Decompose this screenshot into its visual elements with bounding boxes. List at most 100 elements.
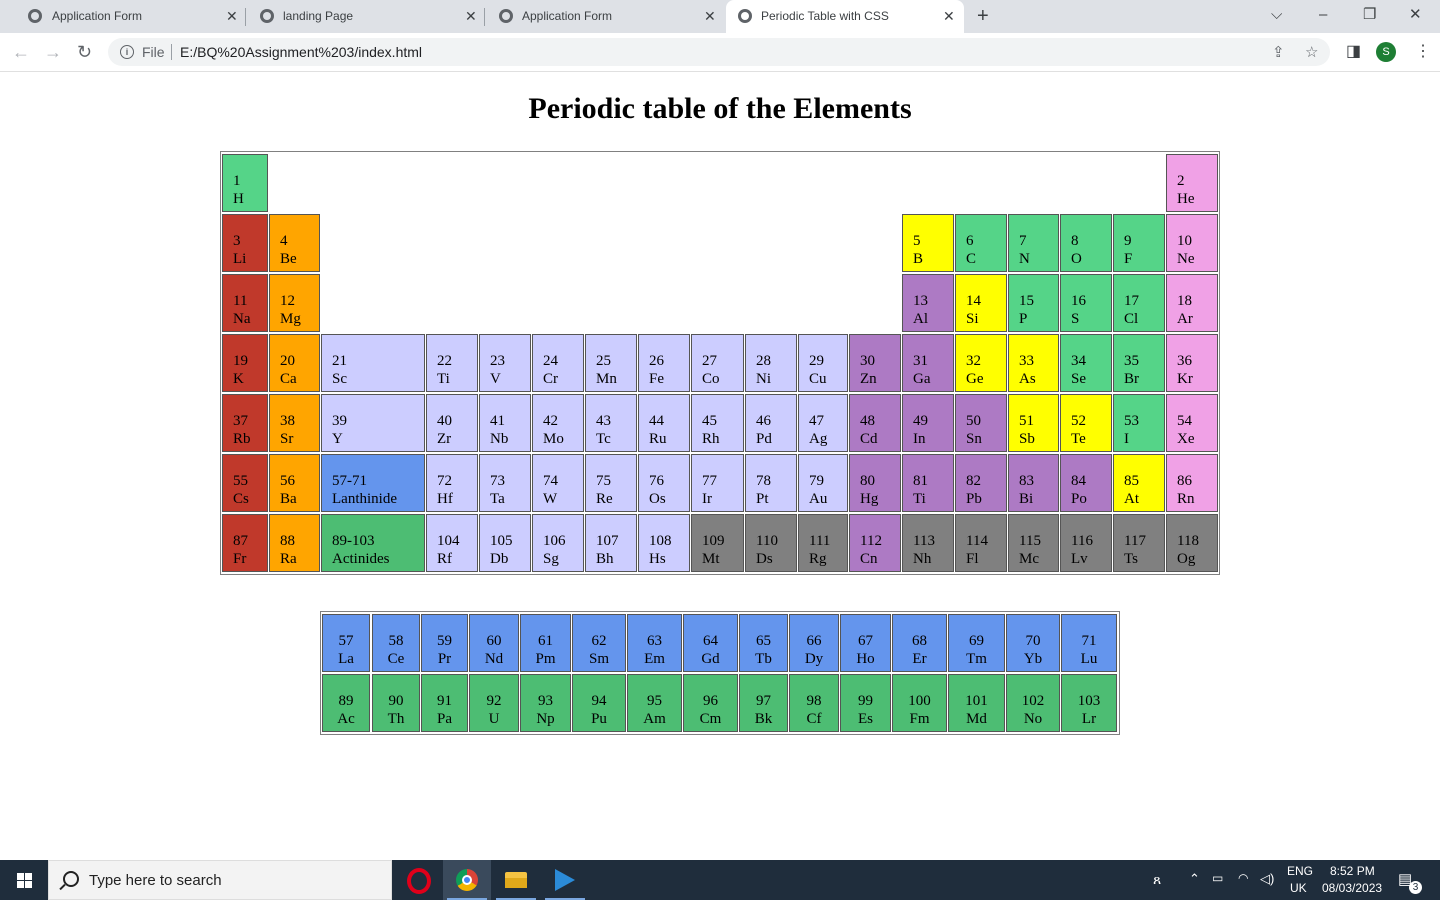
element-cell-db: 105 Db — [479, 514, 531, 572]
element-symbol: Fl — [966, 551, 979, 567]
element-symbol: I — [1124, 431, 1129, 447]
close-window-button[interactable]: ✕ — [1409, 5, 1422, 25]
address-bar[interactable]: i File E:/BQ%20Assignment%203/index.html… — [108, 38, 1330, 66]
close-tab-icon[interactable]: ✕ — [704, 8, 716, 24]
element-cell-fm: 100 Fm — [892, 674, 947, 732]
element-symbol: Ar — [1177, 311, 1193, 327]
element-cell-mn: 25 Mn — [585, 334, 637, 392]
element-cell-cl: 17 Cl — [1113, 274, 1165, 332]
tab-periodic-table[interactable]: Periodic Table with CSS ✕ — [726, 0, 964, 33]
atomic-number: 73 — [490, 473, 505, 489]
atomic-number: 89-103 — [332, 533, 375, 549]
element-symbol: Mt — [702, 551, 720, 567]
wifi-icon[interactable]: ◠ — [1238, 871, 1248, 885]
element-cell-pb: 82 Pb — [955, 454, 1007, 512]
battery-icon[interactable]: ▭ — [1212, 871, 1223, 885]
element-symbol: Ho — [856, 651, 875, 667]
url-text[interactable]: E:/BQ%20Assignment%203/index.html — [180, 44, 422, 60]
element-symbol: Sr — [280, 431, 294, 447]
atomic-number: 64 — [703, 633, 718, 649]
element-cell-ds: 110 Ds — [745, 514, 797, 572]
opera-icon[interactable] — [395, 860, 443, 900]
element-cell-f: 9F — [1113, 214, 1165, 272]
reload-button[interactable]: ↻ — [77, 41, 92, 63]
element-cell-np: 93 Np — [520, 674, 571, 732]
chrome-icon[interactable] — [443, 860, 491, 900]
atomic-number: 19 — [233, 353, 248, 369]
info-icon[interactable]: i — [120, 45, 134, 59]
element-cell-ti: 22 Ti — [426, 334, 478, 392]
atomic-number: 109 — [702, 533, 725, 549]
element-cell-fl: 114 Fl — [955, 514, 1007, 572]
back-button[interactable]: ← — [12, 41, 30, 63]
atomic-number: 90 — [388, 693, 404, 709]
atomic-number: 57-71 — [332, 473, 367, 489]
show-hidden-icons-icon[interactable]: ⌃ — [1189, 871, 1200, 887]
element-cell-ho: 67 Ho — [840, 614, 891, 672]
element-cell-am: 95 Am — [627, 674, 682, 732]
element-cell-pu: 94 Pu — [572, 674, 626, 732]
atomic-number: 61 — [538, 633, 553, 649]
element-cell-ir: 77 Ir — [691, 454, 744, 512]
restore-button[interactable]: ❐ — [1363, 5, 1376, 25]
element-cell-bh: 107 Bh — [585, 514, 637, 572]
file-explorer-icon[interactable] — [492, 860, 540, 900]
vscode-icon[interactable] — [541, 860, 589, 900]
atomic-number: 31 — [913, 353, 928, 369]
tab-search-icon[interactable]: ⌵ — [1271, 5, 1282, 25]
taskbar: Type here to search ጸ ⌃ ▭ ◠ ◁) ENG UK 8:… — [0, 860, 1440, 900]
atomic-number: 25 — [596, 353, 611, 369]
tab-application-form-2[interactable]: Application Form ✕ — [486, 0, 724, 33]
atomic-number: 70 — [1025, 633, 1041, 649]
new-tab-button[interactable]: + — [977, 4, 989, 28]
element-symbol: Np — [536, 711, 555, 727]
language-code[interactable]: ENG — [1287, 864, 1313, 878]
page-title: Periodic table of the Elements — [528, 92, 912, 125]
tab-application-form-1[interactable]: Application Form ✕ — [8, 0, 246, 33]
element-cell-lanthinide: 57-71 Lanthinide — [321, 454, 425, 512]
close-tab-icon[interactable]: ✕ — [943, 8, 955, 24]
atomic-number: 89 — [338, 693, 354, 709]
tab-landing-page[interactable]: landing Page ✕ — [247, 0, 485, 33]
element-symbol: S — [1071, 311, 1080, 327]
clock-time[interactable]: 8:52 PM — [1330, 864, 1375, 878]
region-code[interactable]: UK — [1290, 881, 1307, 895]
element-symbol: Er — [912, 651, 927, 667]
atomic-number: 99 — [858, 693, 873, 709]
element-cell-po: 84 Po — [1060, 454, 1112, 512]
atomic-number: 59 — [437, 633, 452, 649]
element-cell-nh: 113 Nh — [902, 514, 954, 572]
atomic-number: 23 — [490, 353, 505, 369]
clock-date[interactable]: 08/03/2023 — [1322, 881, 1382, 895]
element-cell-mc: 115 Mc — [1008, 514, 1059, 572]
element-symbol: Rf — [437, 551, 452, 567]
close-tab-icon[interactable]: ✕ — [465, 8, 477, 24]
atomic-number: 26 — [649, 353, 664, 369]
windows-start-icon[interactable] — [0, 860, 48, 900]
element-symbol: Zr — [437, 431, 452, 447]
atomic-number: 83 — [1019, 473, 1034, 489]
atomic-number: 96 — [703, 693, 718, 709]
share-icon[interactable]: ⇪ — [1272, 43, 1285, 61]
element-symbol: Hs — [649, 551, 666, 567]
volume-icon[interactable]: ◁) — [1260, 871, 1274, 887]
atomic-number: 46 — [756, 413, 771, 429]
people-icon[interactable]: ጸ — [1153, 871, 1161, 888]
element-symbol: Ne — [1177, 251, 1195, 267]
atomic-number: 49 — [913, 413, 928, 429]
atomic-number: 118 — [1177, 533, 1199, 549]
menu-icon[interactable]: ⋮ — [1415, 42, 1431, 62]
taskbar-search-box[interactable]: Type here to search — [48, 860, 392, 900]
element-symbol: Es — [858, 711, 873, 727]
element-cell-ca: 20 Ca — [269, 334, 320, 392]
element-cell-cs: 55 Cs — [222, 454, 268, 512]
element-cell-ts: 117 Ts — [1113, 514, 1165, 572]
minimize-button[interactable]: – — [1319, 5, 1327, 25]
bookmark-star-icon[interactable]: ☆ — [1305, 43, 1318, 61]
forward-button[interactable]: → — [44, 41, 62, 63]
close-tab-icon[interactable]: ✕ — [226, 8, 238, 24]
profile-avatar[interactable]: S — [1376, 42, 1396, 62]
side-panel-icon[interactable]: ◨ — [1346, 42, 1361, 62]
search-placeholder: Type here to search — [89, 872, 222, 889]
element-symbol: C — [966, 251, 977, 267]
